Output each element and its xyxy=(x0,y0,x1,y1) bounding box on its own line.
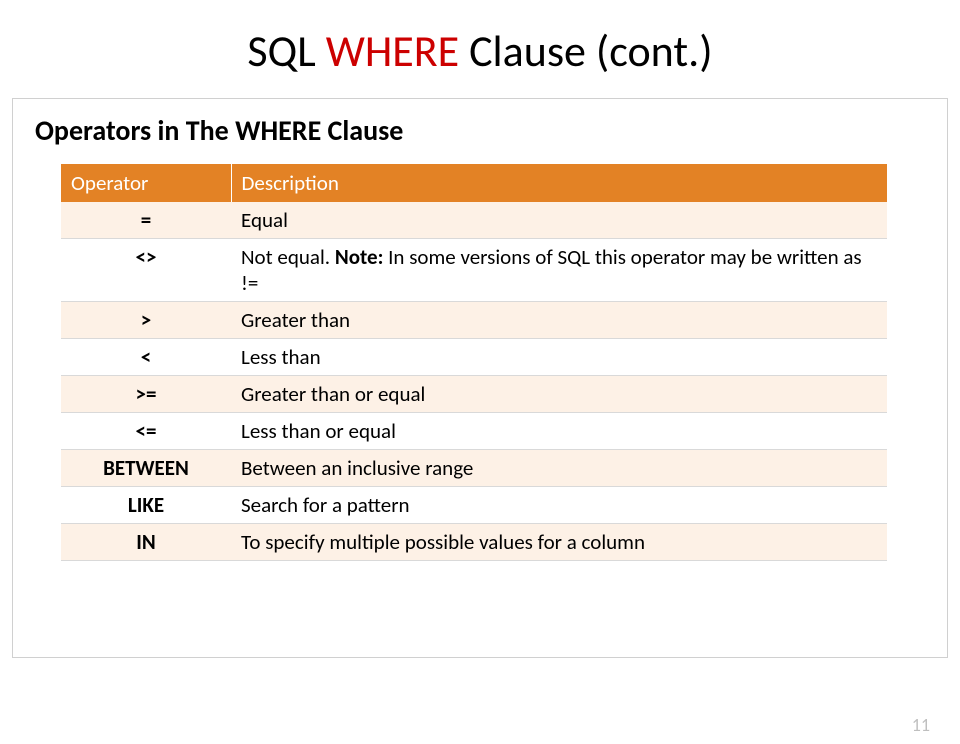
title-highlight: WHERE xyxy=(326,24,459,78)
table-header-row: Operator Description xyxy=(61,164,887,202)
operator-cell: BETWEEN xyxy=(61,450,231,487)
table-row: = Equal xyxy=(61,202,887,239)
table-row: > Greater than xyxy=(61,302,887,339)
operator-cell: <> xyxy=(61,239,231,302)
description-cell: Greater than xyxy=(231,302,887,339)
table-row: BETWEEN Between an inclusive range xyxy=(61,450,887,487)
description-cell: Less than or equal xyxy=(231,413,887,450)
description-cell: Equal xyxy=(231,202,887,239)
content-box: Operators in The WHERE Clause Operator D… xyxy=(12,98,948,658)
description-cell: Search for a pattern xyxy=(231,487,887,524)
operator-cell: = xyxy=(61,202,231,239)
description-cell: Between an inclusive range xyxy=(231,450,887,487)
col-operator: Operator xyxy=(61,164,231,202)
page-number: 11 xyxy=(912,714,930,736)
slide-title: SQL WHERE Clause (cont.) xyxy=(0,24,960,78)
operator-cell: < xyxy=(61,339,231,376)
table-row: LIKE Search for a pattern xyxy=(61,487,887,524)
col-description: Description xyxy=(231,164,887,202)
operator-cell: <= xyxy=(61,413,231,450)
description-cell: Greater than or equal xyxy=(231,376,887,413)
title-post: Clause (cont.) xyxy=(459,24,712,78)
description-cell: Less than xyxy=(231,339,887,376)
title-pre: SQL xyxy=(247,24,325,78)
table-row: IN To specify multiple possible values f… xyxy=(61,524,887,561)
table-row: >= Greater than or equal xyxy=(61,376,887,413)
table-row: <= Less than or equal xyxy=(61,413,887,450)
table-row: < Less than xyxy=(61,339,887,376)
operator-cell: > xyxy=(61,302,231,339)
operator-cell: LIKE xyxy=(61,487,231,524)
table-row: <> Not equal. Note: In some versions of … xyxy=(61,239,887,302)
description-cell: Not equal. Note: In some versions of SQL… xyxy=(231,239,887,302)
description-cell: To specify multiple possible values for … xyxy=(231,524,887,561)
operators-table: Operator Description = Equal <> Not equa… xyxy=(61,164,887,561)
subtitle: Operators in The WHERE Clause xyxy=(35,113,929,148)
operator-cell: >= xyxy=(61,376,231,413)
operator-cell: IN xyxy=(61,524,231,561)
